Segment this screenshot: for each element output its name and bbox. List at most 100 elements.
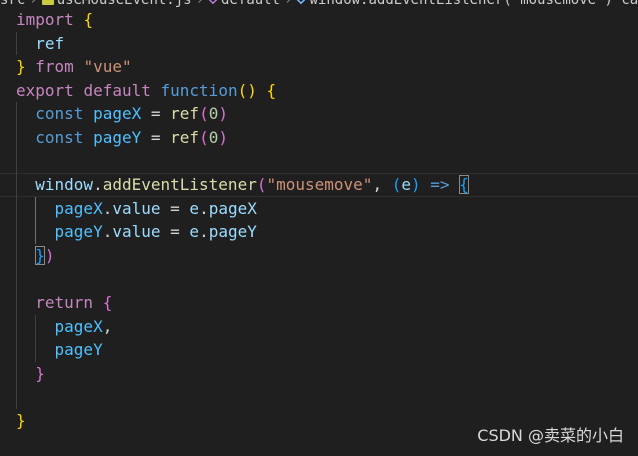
- code-line[interactable]: } from "vue": [0, 55, 638, 79]
- code-token: .: [102, 198, 113, 218]
- code-line[interactable]: return {: [0, 291, 638, 315]
- code-token: ,: [372, 175, 392, 195]
- code-line-content: export default function() {: [16, 81, 276, 100]
- code-line-content: window.addEventListener("mousemove", (e)…: [16, 175, 469, 195]
- code-line[interactable]: ref: [0, 31, 638, 56]
- code-token: pageX: [54, 198, 103, 218]
- code-line[interactable]: pageY.value = e.pageY: [0, 220, 638, 244]
- code-line-content: ref: [16, 34, 64, 53]
- code-token: =: [160, 198, 190, 218]
- code-line[interactable]: [0, 385, 638, 410]
- code-token: .: [93, 175, 103, 195]
- code-line[interactable]: }: [0, 361, 638, 386]
- code-line-content: } from "vue": [16, 57, 132, 76]
- code-token: export: [16, 80, 74, 100]
- method-icon: [296, 0, 307, 5]
- code-token: ): [44, 245, 55, 265]
- code-token: .: [102, 222, 113, 242]
- code-token: function: [160, 80, 238, 100]
- code-token: {: [459, 175, 469, 195]
- code-token: =>: [430, 175, 450, 195]
- code-token: import: [16, 10, 74, 29]
- code-token: 0: [208, 127, 219, 147]
- indent-guide: [16, 267, 17, 292]
- code-token: .: [199, 198, 209, 218]
- code-token: window: [35, 175, 94, 195]
- code-line[interactable]: pageY: [0, 338, 638, 362]
- code-token: {: [83, 10, 94, 29]
- code-token: e: [189, 198, 200, 218]
- code-line-content: }: [16, 411, 26, 430]
- code-line[interactable]: const pageX = ref(0): [0, 102, 638, 126]
- code-editor[interactable]: import { ref} from "vue" export default f…: [0, 8, 638, 433]
- code-line[interactable]: }): [0, 243, 638, 268]
- code-token: e: [189, 222, 200, 242]
- code-token: ): [410, 175, 421, 195]
- code-token: from: [35, 57, 74, 77]
- code-token: .: [199, 222, 209, 242]
- symbol-icon: [207, 0, 219, 5]
- code-token: ): [218, 104, 228, 124]
- code-token: ref: [170, 104, 200, 124]
- breadcrumb-call[interactable]: window.addEventListener('mousemove') cal…: [309, 0, 638, 8]
- code-token: const: [35, 127, 84, 147]
- code-line-content: }: [16, 364, 45, 383]
- chevron-right-icon: ›: [195, 0, 205, 8]
- code-line-content: const pageX = ref(0): [16, 104, 228, 123]
- code-token: "vue": [83, 57, 132, 77]
- breadcrumb-folder[interactable]: src: [0, 0, 25, 8]
- breadcrumb-symbol[interactable]: default: [221, 0, 280, 8]
- code-line[interactable]: pageX,: [0, 314, 638, 339]
- chevron-right-icon: ›: [29, 0, 38, 8]
- breadcrumb[interactable]: src › useMouseEvent.js › default › window.addE…: [0, 0, 638, 8]
- code-token: =: [141, 127, 171, 147]
- code-token: (: [391, 175, 402, 195]
- code-token: =: [141, 104, 171, 124]
- code-line[interactable]: const pageY = ref(0): [0, 125, 638, 150]
- code-token: ,: [102, 316, 113, 336]
- breadcrumb-file[interactable]: useMouseEvent.js: [57, 0, 192, 8]
- code-token: return: [35, 293, 94, 313]
- code-token: ref: [35, 33, 65, 53]
- code-line[interactable]: export default function() {: [0, 79, 638, 103]
- code-token: {: [102, 293, 113, 313]
- code-token: default: [83, 80, 151, 100]
- code-token: pageY: [208, 222, 257, 242]
- indent-guide: [16, 149, 17, 174]
- code-token: pageY: [54, 222, 103, 242]
- indent-guide: [16, 385, 17, 410]
- code-line[interactable]: [0, 149, 638, 174]
- code-line-content: const pageY = ref(0): [16, 128, 228, 147]
- code-line[interactable]: [0, 267, 638, 292]
- code-token: "mousemove": [266, 175, 373, 195]
- code-token: ): [218, 127, 228, 147]
- code-token: pageX: [208, 198, 257, 218]
- code-line[interactable]: pageX.value = e.pageX: [0, 196, 638, 221]
- code-token: pageX: [93, 104, 142, 124]
- code-line[interactable]: import {: [0, 8, 638, 32]
- code-token: addEventListener: [102, 175, 257, 195]
- code-token: pageY: [54, 340, 103, 360]
- code-token: value: [112, 198, 161, 218]
- code-token: pageX: [54, 316, 103, 336]
- code-line-content: pageX.value = e.pageX: [16, 199, 257, 218]
- code-line[interactable]: window.addEventListener("mousemove", (e)…: [0, 173, 638, 197]
